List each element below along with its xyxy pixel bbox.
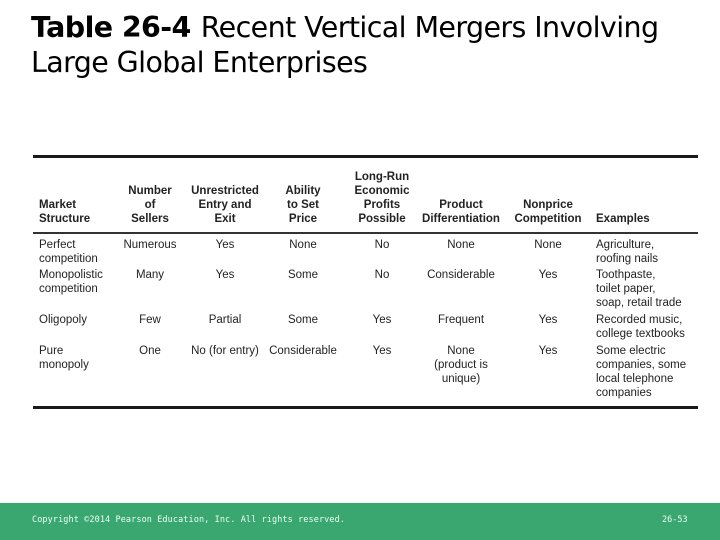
cell-market-structure: Pure monopoly xyxy=(39,344,119,372)
cell-entry-exit: No (for entry) xyxy=(191,345,259,357)
header-line: of xyxy=(144,199,156,211)
cell-long-run-profits: No xyxy=(374,269,390,281)
header-line: Sellers xyxy=(131,213,169,225)
cell-ability-to-set-price: Considerable xyxy=(269,345,337,357)
cell-line: Oligopoly xyxy=(39,314,87,326)
table-header-rule xyxy=(33,232,698,234)
cell-line: college textbooks xyxy=(596,328,685,340)
cell-long-run-profits: Yes xyxy=(372,314,392,326)
cell-ability-to-set-price: None xyxy=(289,239,317,251)
cell-product-differentiation: Frequent xyxy=(418,313,504,327)
cell-line: Perfect xyxy=(39,239,76,251)
header-line: Unrestricted xyxy=(191,185,259,197)
cell-line: None xyxy=(447,239,475,251)
cell-long-run-profits: No xyxy=(374,239,390,251)
cell-line: soap, retail trade xyxy=(596,297,682,309)
cell-line: (product is xyxy=(434,359,488,371)
cell-number-of-sellers: Many xyxy=(135,269,165,281)
cell-line: monopoly xyxy=(39,359,89,371)
cell-examples: Some electric companies, some local teleph… xyxy=(596,344,698,400)
cell-line: unique) xyxy=(441,373,481,385)
cell-line: Some electric xyxy=(596,345,666,357)
cell-examples: Toothpaste, toilet paper, soap, retail tra… xyxy=(596,268,698,310)
header-line: Nonprice xyxy=(523,199,573,211)
header-line: Market xyxy=(39,199,77,211)
slide-title: Table 26-4 Recent Vertical Mergers Involv… xyxy=(31,10,711,80)
cell-ability-to-set-price: Some xyxy=(287,269,319,281)
cell-product-differentiation: None (product is unique) xyxy=(418,344,504,386)
cell-market-structure: Oligopoly xyxy=(39,313,119,327)
title-text-line2: Large Global Enterprises xyxy=(31,46,368,79)
cell-product-differentiation: Considerable xyxy=(418,268,504,282)
header-line: Differentiation xyxy=(422,213,500,225)
header-nonprice-competition: Nonprice Competition xyxy=(507,198,589,226)
cell-ability-to-set-price: Some xyxy=(287,314,319,326)
header-line: Price xyxy=(288,213,318,225)
cell-line: Pure xyxy=(39,345,64,357)
copyright-text: Copyright ©2014 Pearson Education, Inc. … xyxy=(32,515,346,525)
header-line: Structure xyxy=(39,213,91,225)
header-line: Product xyxy=(439,199,483,211)
header-line: Number xyxy=(128,185,172,197)
header-line: to Set xyxy=(287,199,319,211)
cell-line: None xyxy=(447,345,475,357)
cell-long-run-profits: Yes xyxy=(372,345,392,357)
cell-number-of-sellers: Numerous xyxy=(123,239,177,251)
table-top-rule xyxy=(33,155,698,158)
cell-line: Considerable xyxy=(427,269,495,281)
cell-line: Recorded music, xyxy=(596,314,683,326)
header-ability-to-set-price: Ability to Set Price xyxy=(263,184,343,226)
cell-market-structure: Monopolistic competition xyxy=(39,268,119,296)
cell-entry-exit: Yes xyxy=(215,239,235,251)
cell-line: competition xyxy=(39,283,98,295)
cell-line: toilet paper, xyxy=(596,283,656,295)
cell-line: competition xyxy=(39,253,98,265)
cell-entry-exit: Yes xyxy=(215,269,235,281)
footer-bar: Copyright ©2014 Pearson Education, Inc. … xyxy=(0,503,720,540)
header-product-differentiation: Product Differentiation xyxy=(418,198,504,226)
header-entry-exit: Unrestricted Entry and Exit xyxy=(185,184,265,226)
cell-nonprice-competition: Yes xyxy=(538,345,558,357)
header-line: Profits xyxy=(363,199,401,211)
title-text-line1: Recent Vertical Mergers Involving xyxy=(200,11,659,44)
cell-nonprice-competition: Yes xyxy=(538,269,558,281)
header-line: Examples xyxy=(596,213,650,225)
cell-line: Frequent xyxy=(437,314,485,326)
cell-entry-exit: Partial xyxy=(208,314,242,326)
header-line: Competition xyxy=(514,213,582,225)
header-line: Ability xyxy=(285,185,321,197)
cell-nonprice-competition: Yes xyxy=(538,314,558,326)
header-line: Exit xyxy=(214,213,236,225)
cell-line: roofing nails xyxy=(596,253,659,265)
cell-line: Toothpaste, xyxy=(596,269,656,281)
header-line: Long-Run xyxy=(354,171,410,183)
cell-line: companies xyxy=(596,387,652,399)
cell-nonprice-competition: None xyxy=(534,239,562,251)
table-number: Table 26-4 xyxy=(31,11,191,44)
cell-examples: Agriculture, roofing nails xyxy=(596,238,698,266)
cell-number-of-sellers: One xyxy=(139,345,161,357)
cell-examples: Recorded music, college textbooks xyxy=(596,313,698,341)
table-bottom-rule xyxy=(33,406,698,409)
header-long-run-profits: Long-Run Economic Profits Possible xyxy=(347,170,417,226)
cell-number-of-sellers: Few xyxy=(139,314,161,326)
header-number-of-sellers: Number of Sellers xyxy=(113,184,187,226)
header-examples: Examples xyxy=(596,212,698,226)
cell-product-differentiation: None xyxy=(418,238,504,252)
cell-line: companies, some xyxy=(596,359,687,371)
cell-line: Monopolistic xyxy=(39,269,103,281)
cell-line: local telephone xyxy=(596,373,674,385)
header-line: Possible xyxy=(358,213,406,225)
header-market-structure: Market Structure xyxy=(39,198,119,226)
header-line: Entry and xyxy=(198,199,252,211)
page-number: 26-53 xyxy=(662,515,688,525)
cell-line: Agriculture, xyxy=(596,239,655,251)
cell-market-structure: Perfect competition xyxy=(39,238,119,266)
header-line: Economic xyxy=(354,185,410,197)
